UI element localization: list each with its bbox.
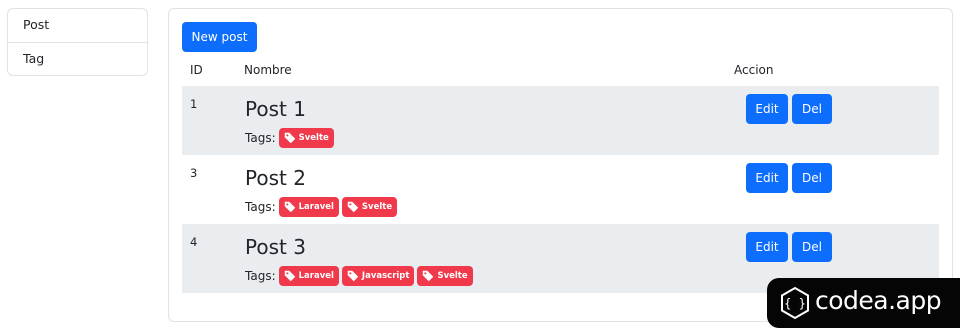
tag-badge: Svelte [417, 266, 473, 286]
tag-badge: Javascript [341, 266, 415, 286]
edit-button[interactable]: Edit [746, 94, 788, 124]
column-header-name: Nombre [244, 63, 292, 77]
hexagon-braces-icon: { } [781, 286, 809, 320]
tag-label: Svelte [437, 271, 468, 281]
tag-label: Laravel [298, 202, 334, 212]
tag-label: Javascript [361, 271, 410, 281]
post-title: Post 1 [245, 97, 306, 121]
sidebar-item-post[interactable]: Post [8, 9, 147, 42]
post-id: 3 [190, 166, 198, 180]
tag-icon [284, 201, 295, 213]
tag-badge: Svelte [341, 197, 398, 217]
tag-icon [347, 270, 359, 282]
tag-badge: Laravel [278, 266, 339, 286]
post-id: 4 [190, 235, 198, 249]
delete-button[interactable]: Del [792, 163, 832, 193]
post-tags: Tags: Laravel Svelte [245, 197, 398, 217]
tag-badge: Svelte [278, 128, 334, 148]
sidebar-item-tag[interactable]: Tag [8, 42, 147, 75]
post-id: 1 [190, 97, 198, 111]
posts-card: New post ID Nombre Accion 1 Post 1 Tags:… [168, 8, 953, 322]
tag-icon [284, 132, 295, 144]
delete-button[interactable]: Del [792, 94, 832, 124]
post-title: Post 3 [245, 235, 306, 259]
tag-badge: Laravel [278, 197, 339, 217]
tag-icon [423, 270, 434, 282]
svg-text:{ }: { } [784, 297, 806, 311]
tags-label: Tags: [245, 200, 276, 214]
logo-text: codea.app [815, 286, 942, 315]
table-row: 1 Post 1 Tags: Svelte Edit Del [182, 86, 939, 155]
tag-label: Svelte [298, 133, 329, 143]
codea-logo: { } codea.app [767, 278, 960, 328]
tag-icon [347, 201, 359, 213]
table-row: 3 Post 2 Tags: Laravel Svelte Edit Del [182, 155, 939, 224]
tags-label: Tags: [245, 269, 276, 283]
tags-label: Tags: [245, 131, 276, 145]
sidebar-nav: Post Tag [7, 8, 148, 76]
tag-icon [284, 270, 295, 282]
table-header: ID Nombre Accion [182, 59, 939, 86]
post-title: Post 2 [245, 166, 306, 190]
delete-button[interactable]: Del [792, 232, 832, 262]
edit-button[interactable]: Edit [746, 232, 788, 262]
edit-button[interactable]: Edit [746, 163, 788, 193]
tag-label: Svelte [361, 202, 393, 212]
column-header-id: ID [190, 63, 203, 77]
post-tags: Tags: Svelte [245, 128, 334, 148]
tag-label: Laravel [298, 271, 334, 281]
post-tags: Tags: Laravel Javascript Svelte [245, 266, 473, 286]
new-post-button[interactable]: New post [182, 22, 257, 52]
column-header-action: Accion [734, 63, 774, 77]
